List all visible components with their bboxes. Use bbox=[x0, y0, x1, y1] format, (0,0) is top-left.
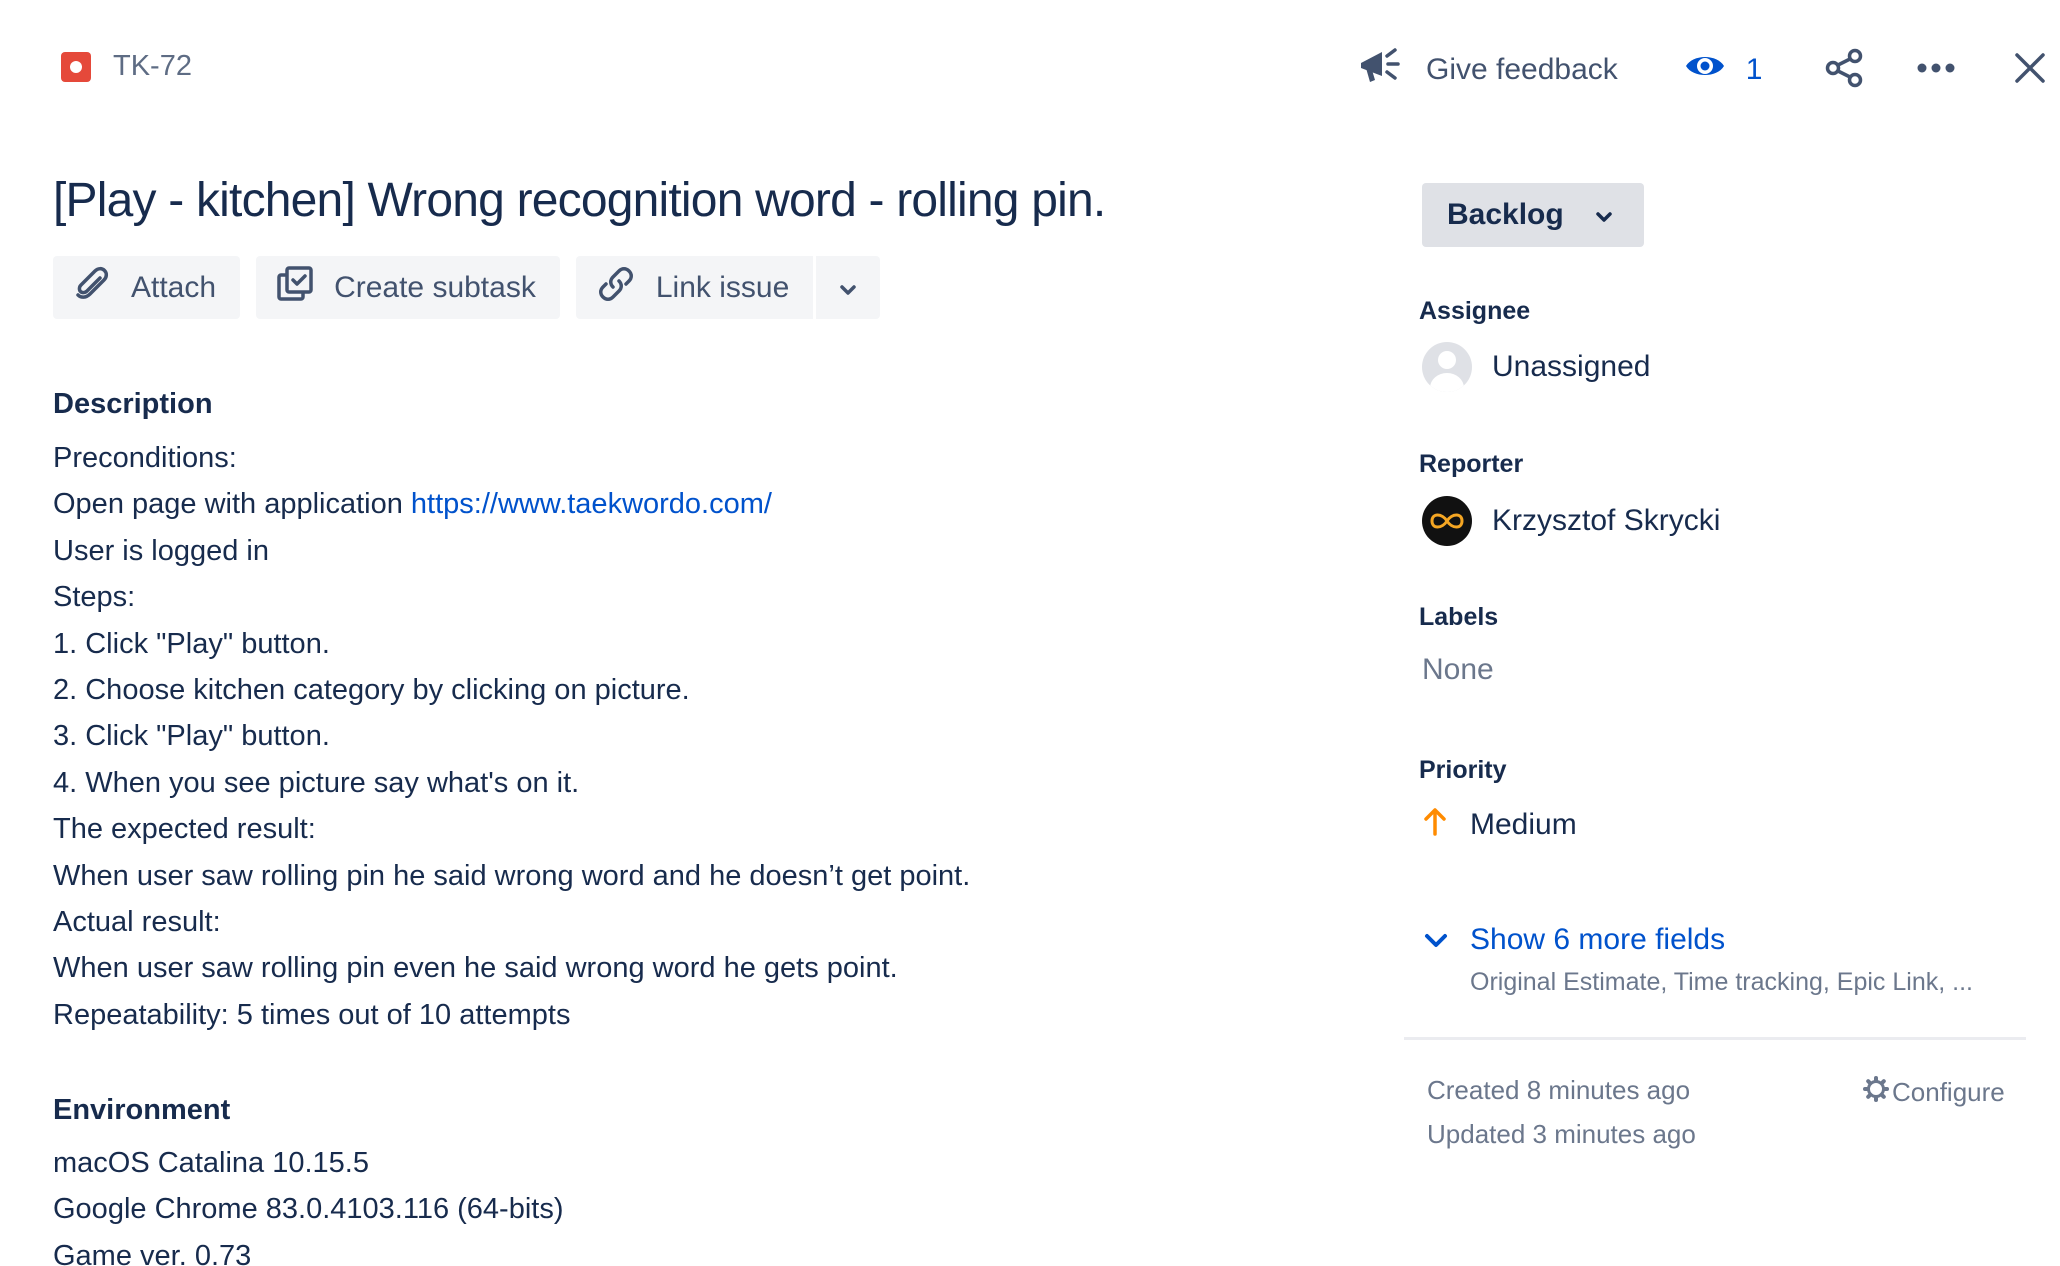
reporter-field[interactable]: Krzysztof Skrycki bbox=[1422, 496, 1720, 546]
description-line: Repeatability: 5 times out of 10 attempt… bbox=[53, 998, 571, 1031]
description-line: Open page with application https://www.t… bbox=[53, 481, 970, 527]
chevron-down-icon bbox=[1422, 923, 1450, 957]
labels-field[interactable]: None bbox=[1422, 653, 1494, 687]
close-button[interactable] bbox=[2014, 52, 2046, 89]
more-actions-button[interactable] bbox=[1916, 61, 1956, 79]
avatar bbox=[1422, 496, 1472, 546]
divider bbox=[1404, 1037, 2026, 1040]
status-dropdown[interactable]: Backlog bbox=[1422, 183, 1644, 247]
reporter-value: Krzysztof Skrycki bbox=[1492, 504, 1721, 537]
show-more-label: Show 6 more fields bbox=[1470, 923, 1726, 956]
priority-label: Priority bbox=[1419, 756, 1507, 784]
share-icon bbox=[1824, 48, 1864, 93]
link-icon bbox=[596, 265, 636, 311]
description-line: When user saw rolling pin he said wrong … bbox=[53, 859, 971, 892]
link-issue-dropdown-button[interactable] bbox=[816, 256, 881, 319]
avatar-icon bbox=[1422, 342, 1472, 392]
description-line: 4. When you see picture say what's on it… bbox=[53, 766, 580, 799]
link-issue-button[interactable]: Link issue bbox=[575, 256, 814, 319]
environment-heading: Environment bbox=[53, 1094, 231, 1126]
chevron-down-icon bbox=[1594, 198, 1614, 232]
description-line: 2. Choose kitchen category by clicking o… bbox=[53, 673, 690, 706]
subtask-icon bbox=[276, 265, 314, 311]
description-line: When user saw rolling pin even he said w… bbox=[53, 952, 898, 985]
reporter-label: Reporter bbox=[1419, 450, 1524, 478]
application-link[interactable]: https://www.taekwordo.com/ bbox=[411, 488, 772, 520]
paperclip-icon bbox=[73, 265, 111, 311]
labels-value: None bbox=[1422, 653, 1494, 686]
environment-line: Google Chrome 83.0.4103.116 (64-bits) bbox=[53, 1193, 564, 1226]
more-icon bbox=[1916, 61, 1956, 79]
description-line: Preconditions: bbox=[53, 442, 237, 474]
gear-icon bbox=[1862, 1075, 1890, 1110]
issue-view: TK-72 Give feedback 1 [Play - kitchen] W… bbox=[0, 0, 2060, 1266]
bug-icon bbox=[61, 51, 91, 82]
created-timestamp: Created 8 minutes ago bbox=[1427, 1075, 1691, 1105]
updated-timestamp: Updated 3 minutes ago bbox=[1427, 1119, 1696, 1149]
share-button[interactable] bbox=[1824, 48, 1864, 93]
priority-field[interactable]: Medium bbox=[1422, 805, 1577, 845]
watch-button[interactable]: 1 bbox=[1684, 51, 1763, 89]
description-line: User is logged in bbox=[53, 534, 269, 567]
megaphone-icon bbox=[1358, 46, 1402, 94]
attach-label: Attach bbox=[131, 270, 217, 304]
attach-button[interactable]: Attach bbox=[53, 256, 241, 319]
issue-title[interactable]: [Play - kitchen] Wrong recognition word … bbox=[53, 173, 1106, 228]
give-feedback-button[interactable]: Give feedback bbox=[1358, 46, 1618, 94]
hidden-fields-summary: Original Estimate, Time tracking, Epic L… bbox=[1470, 968, 1973, 996]
chevron-down-icon bbox=[838, 271, 858, 305]
priority-value: Medium bbox=[1470, 808, 1577, 841]
watch-count: 1 bbox=[1745, 53, 1763, 86]
configure-label: Configure bbox=[1892, 1077, 2005, 1107]
environment-line: Game ver. 0.73 bbox=[53, 1239, 252, 1266]
configure-button[interactable]: Configure bbox=[1862, 1075, 2005, 1110]
description-line-text: Open page with application bbox=[53, 488, 403, 521]
link-issue-label: Link issue bbox=[655, 270, 790, 304]
assignee-label: Assignee bbox=[1419, 297, 1531, 325]
description-line: The expected result: bbox=[53, 813, 316, 846]
labels-label: Labels bbox=[1419, 603, 1499, 631]
issue-toolbar: Attach Create subtask Link issue bbox=[53, 256, 881, 319]
show-more-fields-button[interactable]: Show 6 more fields bbox=[1422, 923, 1725, 957]
description-line: Steps: bbox=[53, 581, 136, 614]
top-actions: Give feedback 1 bbox=[1358, 44, 2046, 96]
environment-line: macOS Catalina 10.15.5 bbox=[53, 1147, 369, 1179]
description-body[interactable]: Preconditions: Open page with applicatio… bbox=[53, 435, 970, 1038]
status-label: Backlog bbox=[1447, 198, 1564, 231]
close-icon bbox=[2014, 52, 2046, 89]
link-issue-split-button: Link issue bbox=[575, 256, 881, 319]
description-line: 1. Click "Play" button. bbox=[53, 627, 330, 660]
create-subtask-label: Create subtask bbox=[334, 270, 536, 304]
issue-key-breadcrumb[interactable]: TK-72 bbox=[61, 50, 192, 83]
environment-body[interactable]: macOS Catalina 10.15.5 Google Chrome 83.… bbox=[53, 1140, 564, 1266]
assignee-value: Unassigned bbox=[1492, 350, 1651, 383]
arrow-up-icon bbox=[1422, 805, 1448, 845]
assignee-field[interactable]: Unassigned bbox=[1422, 342, 1650, 392]
create-subtask-button[interactable]: Create subtask bbox=[256, 256, 560, 319]
description-line: 3. Click "Play" button. bbox=[53, 720, 330, 753]
description-line: Actual result: bbox=[53, 905, 221, 938]
description-heading: Description bbox=[53, 388, 213, 420]
eye-icon bbox=[1684, 51, 1726, 89]
issue-key[interactable]: TK-72 bbox=[113, 50, 192, 83]
give-feedback-label: Give feedback bbox=[1426, 53, 1618, 86]
